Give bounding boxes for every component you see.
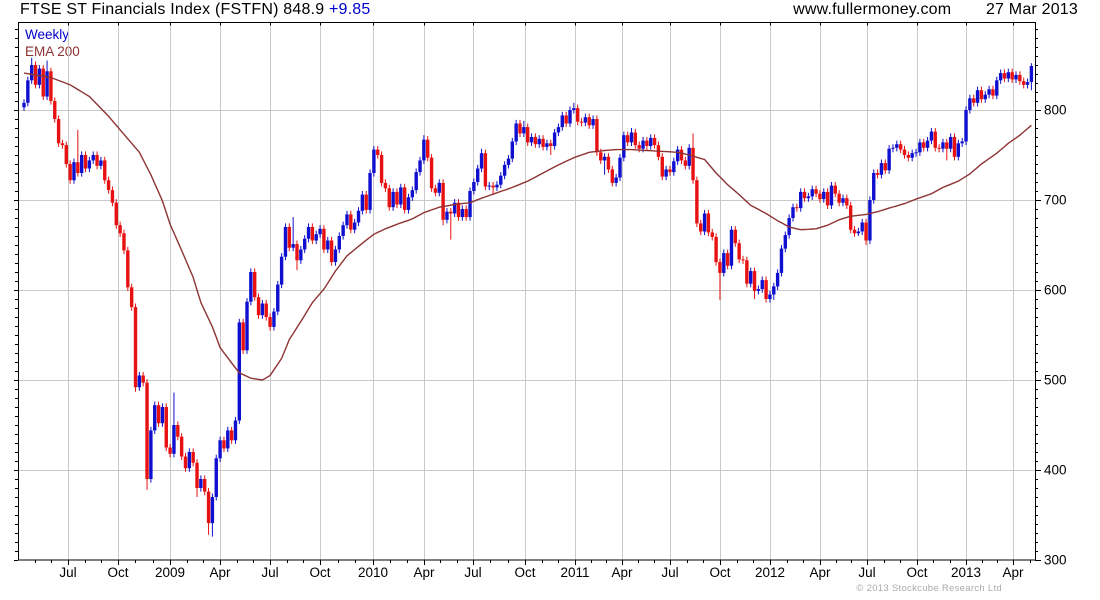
svg-text:2013: 2013 — [951, 565, 981, 580]
svg-text:400: 400 — [1044, 463, 1067, 478]
svg-text:Oct: Oct — [709, 565, 730, 580]
candlestick-series[interactable] — [22, 57, 1034, 537]
y-axis-labels: 300 400 500 600 700 800 — [1044, 103, 1067, 568]
svg-text:Jul: Jul — [261, 565, 278, 580]
svg-text:Jul: Jul — [464, 565, 481, 580]
plot-border — [18, 22, 1036, 561]
svg-text:700: 700 — [1044, 193, 1067, 208]
svg-text:2010: 2010 — [358, 565, 388, 580]
svg-text:Apr: Apr — [809, 565, 831, 580]
svg-text:Oct: Oct — [107, 565, 128, 580]
ema-line — [23, 72, 1032, 381]
svg-text:Oct: Oct — [906, 565, 927, 580]
axis-ticks — [14, 22, 1041, 565]
svg-text:2012: 2012 — [755, 565, 785, 580]
gridlines — [18, 22, 1035, 560]
svg-text:300: 300 — [1044, 553, 1067, 568]
svg-text:Jul: Jul — [858, 565, 875, 580]
svg-text:800: 800 — [1044, 103, 1067, 118]
svg-text:Apr: Apr — [209, 565, 231, 580]
svg-text:2009: 2009 — [155, 565, 185, 580]
svg-text:Jul: Jul — [59, 565, 76, 580]
svg-text:Apr: Apr — [413, 565, 435, 580]
svg-text:Oct: Oct — [514, 565, 535, 580]
svg-text:500: 500 — [1044, 373, 1067, 388]
svg-text:Apr: Apr — [611, 565, 633, 580]
price-chart[interactable]: 300 400 500 600 700 800 Jul Oct 2009 Apr Jul Oct 201… — [0, 0, 1100, 600]
svg-text:600: 600 — [1044, 283, 1067, 298]
x-axis-labels: Jul Oct 2009 Apr Jul Oct 2010 Apr Jul Oct 2011 Apr J… — [59, 565, 1024, 580]
svg-text:Apr: Apr — [1002, 565, 1024, 580]
svg-text:Jul: Jul — [661, 565, 678, 580]
svg-text:Oct: Oct — [309, 565, 330, 580]
svg-text:2011: 2011 — [560, 565, 589, 580]
